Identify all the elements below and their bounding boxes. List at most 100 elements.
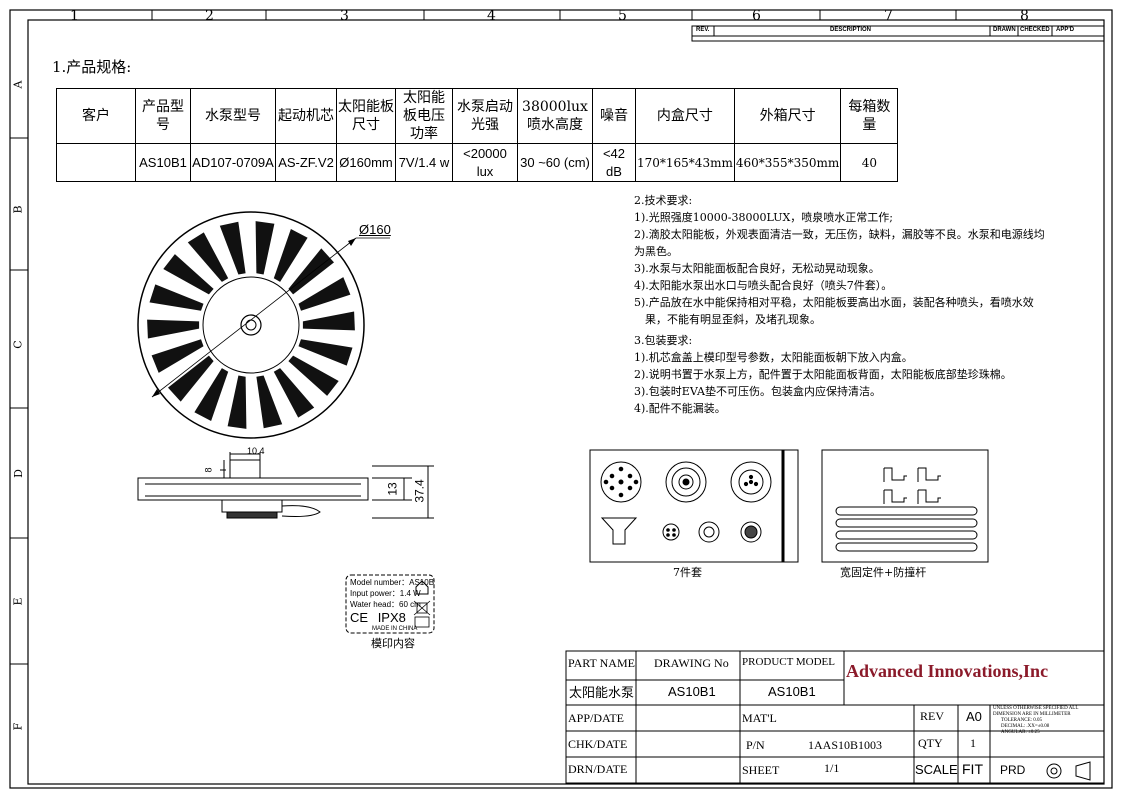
val-inner-box: 170*165*43mm: [635, 143, 735, 182]
tb-rev: A0: [966, 709, 982, 724]
tb-qty: 1: [970, 736, 976, 750]
hdr-outer-box: 外箱尺寸: [733, 88, 842, 144]
col-number-5: 5: [618, 8, 627, 24]
tb-app-date: APP/DATE: [568, 711, 625, 725]
tb-part-name: 太阳能水泵: [569, 686, 635, 701]
solar-panel-top-view: [137, 211, 390, 439]
tb-sheet: 1/1: [824, 761, 840, 775]
label-power: Input power：1.4 W: [350, 589, 421, 598]
dim-height-13: 13: [385, 482, 400, 496]
tb-chk-date: CHK/DATE: [568, 737, 628, 751]
checked-header: CHECKED: [1020, 27, 1050, 33]
tech-item: 2).滴胶太阳能板，外观表面清洁一致，无压伤，缺料，漏胶等不良。水泵和电源线均: [634, 228, 1045, 241]
tb-pn: 1AAS10B1003: [808, 738, 883, 752]
spec-section-title: 1.产品规格:: [52, 58, 132, 76]
spec-table: 客户 产品型号 水泵型号 起动机芯 太阳能板尺寸 太阳能板电压功率 水泵启动光强…: [56, 88, 899, 182]
label-box-text: Model number：AS10B Input power：1.4 W Wat…: [350, 577, 434, 633]
rev-header: REV.: [696, 27, 710, 33]
val-panel-power: 7V/1.4 w: [395, 143, 453, 182]
tb-scale: FIT: [962, 761, 983, 777]
tb-drawing-no: AS10B1: [668, 684, 716, 699]
tech-item: 4).太阳能水泵出水口与喷头配合良好（喷头7件套）。: [634, 279, 893, 292]
dim-diameter: Ø160: [359, 222, 391, 237]
hdr-product-model: 产品型号: [135, 88, 191, 144]
hdr-pump-model: 水泵型号: [190, 88, 276, 144]
tech-item: 5).产品放在水中能保持相对平稳，太阳能板要高出水面，装配各种喷头，看喷水效: [634, 296, 1034, 309]
hdr-panel-power: 太阳能板电压功率: [395, 88, 453, 144]
row-letter-e: E: [11, 597, 25, 606]
pack-item: 1).机芯盒盖上模印型号参数，太阳能面板朝下放入内盒。: [634, 351, 913, 364]
val-panel-size: Ø160mm: [336, 143, 396, 182]
val-pump-model: AD107-0709A: [190, 143, 276, 182]
dim-height-small: 8: [203, 467, 214, 473]
val-noise: <42 dB: [592, 143, 636, 182]
pack-requirements: 3.包装要求: 1).机芯盒盖上模印型号参数，太阳能面板朝下放入内盒。 2).说…: [634, 332, 1012, 417]
pack-item: 2).说明书置于水泵上方，配件置于太阳能面板背面，太阳能板底部垫珍珠棉。: [634, 368, 1012, 381]
label-made: MADE IN CHINA: [372, 626, 418, 632]
hdr-motor: 起动机芯: [275, 88, 337, 144]
row-letter-f: F: [11, 722, 25, 731]
hdr-panel-size: 太阳能板尺寸: [336, 88, 396, 144]
val-per-carton: 40: [840, 143, 899, 182]
hdr-per-carton: 每箱数量: [840, 88, 899, 144]
stakes-caption: 宽固定件+防撞杆: [840, 566, 927, 579]
tech-item: 1).光照强度10000-38000LUX，喷泉喷水正常工作;: [634, 211, 893, 224]
pack-title: 3.包装要求:: [634, 334, 693, 347]
val-spray-height: 30 ~60 (cm): [517, 143, 593, 182]
tb-matl: MAT'L: [742, 711, 777, 725]
row-letter-c: C: [11, 340, 25, 349]
col-number-8: 8: [1020, 8, 1029, 24]
drawn-header: DRAWN: [993, 27, 1016, 33]
val-start-light: <20000 lux: [452, 143, 518, 182]
tb-prd: PRD: [1000, 763, 1026, 777]
tb-product-model: AS10B1: [768, 684, 816, 699]
tb-product-model-label: PRODUCT MODEL: [742, 656, 836, 668]
col-number-7: 7: [884, 8, 893, 24]
tech-item: 为黑色。: [634, 245, 678, 258]
spec-header-row: 客户 产品型号 水泵型号 起动机芯 太阳能板尺寸 太阳能板电压功率 水泵启动光强…: [56, 88, 899, 144]
hdr-start-light: 水泵启动光强: [452, 88, 518, 144]
tb-qty-label: QTY: [918, 736, 943, 750]
tb-scale-label: SCALE: [915, 762, 958, 777]
label-head: Water head：60 cm: [350, 600, 421, 609]
row-letter-a: A: [11, 80, 25, 89]
hdr-noise: 噪音: [592, 88, 636, 144]
tb-pn-label: P/N: [746, 738, 765, 752]
tech-item: 3).水泵与太阳能面板配合良好，无松动晃动现象。: [634, 262, 880, 275]
nozzles-caption: 7件套: [673, 566, 702, 579]
label-caption: 模印内容: [371, 637, 415, 650]
tb-tolerance: UNLESS OTHERWISE SPECIFIED ALL DIMENSION…: [993, 706, 1079, 735]
hdr-inner-box: 内盒尺寸: [635, 88, 735, 144]
pack-item: 3).包装时EVA垫不可压伤。包装盒内应保持清洁。: [634, 385, 881, 398]
spec-value-row: AS10B1 AD107-0709A AS-ZF.V2 Ø160mm 7V/1.…: [56, 143, 899, 182]
tb-sheet-label: SHEET: [742, 763, 780, 777]
dim-height-total: 37.4: [412, 479, 427, 503]
tb-rev-label: REV: [920, 709, 944, 723]
ipx-mark: IPX8: [377, 610, 406, 625]
tb-drn-date: DRN/DATE: [568, 762, 628, 776]
tech-item: 果，不能有明显歪斜，及堵孔现象。: [634, 313, 821, 326]
tech-requirements: 2.技术要求: 1).光照强度10000-38000LUX，喷泉喷水正常工作; …: [634, 192, 1045, 328]
col-number-1: 1: [70, 8, 79, 24]
label-model: Model number：AS10B: [350, 578, 435, 587]
description-header: DESCRIPTION: [830, 27, 872, 33]
row-letter-b: B: [11, 205, 25, 214]
tech-title: 2.技术要求:: [634, 194, 693, 207]
col-number-3: 3: [340, 8, 349, 24]
dim-width-top: 10.4: [247, 446, 265, 456]
col-number-4: 4: [487, 8, 496, 24]
val-product-model: AS10B1: [135, 143, 191, 182]
pack-item: 4).配件不能漏装。: [634, 402, 726, 415]
val-motor: AS-ZF.V2: [275, 143, 337, 182]
hdr-customer: 客户: [56, 88, 136, 144]
val-outer-box: 460*355*350mm: [733, 143, 842, 182]
appd-header: APP'D: [1056, 27, 1075, 33]
val-customer: [56, 143, 136, 182]
ce-mark: CE: [350, 610, 369, 625]
stakes-panel: [821, 449, 989, 563]
hdr-spray-height: 38000lux喷水高度: [517, 88, 593, 144]
row-letter-d: D: [11, 469, 25, 478]
tb-part-name-label: PART NAME: [568, 656, 635, 670]
col-number-2: 2: [205, 8, 214, 24]
col-number-6: 6: [752, 8, 761, 24]
